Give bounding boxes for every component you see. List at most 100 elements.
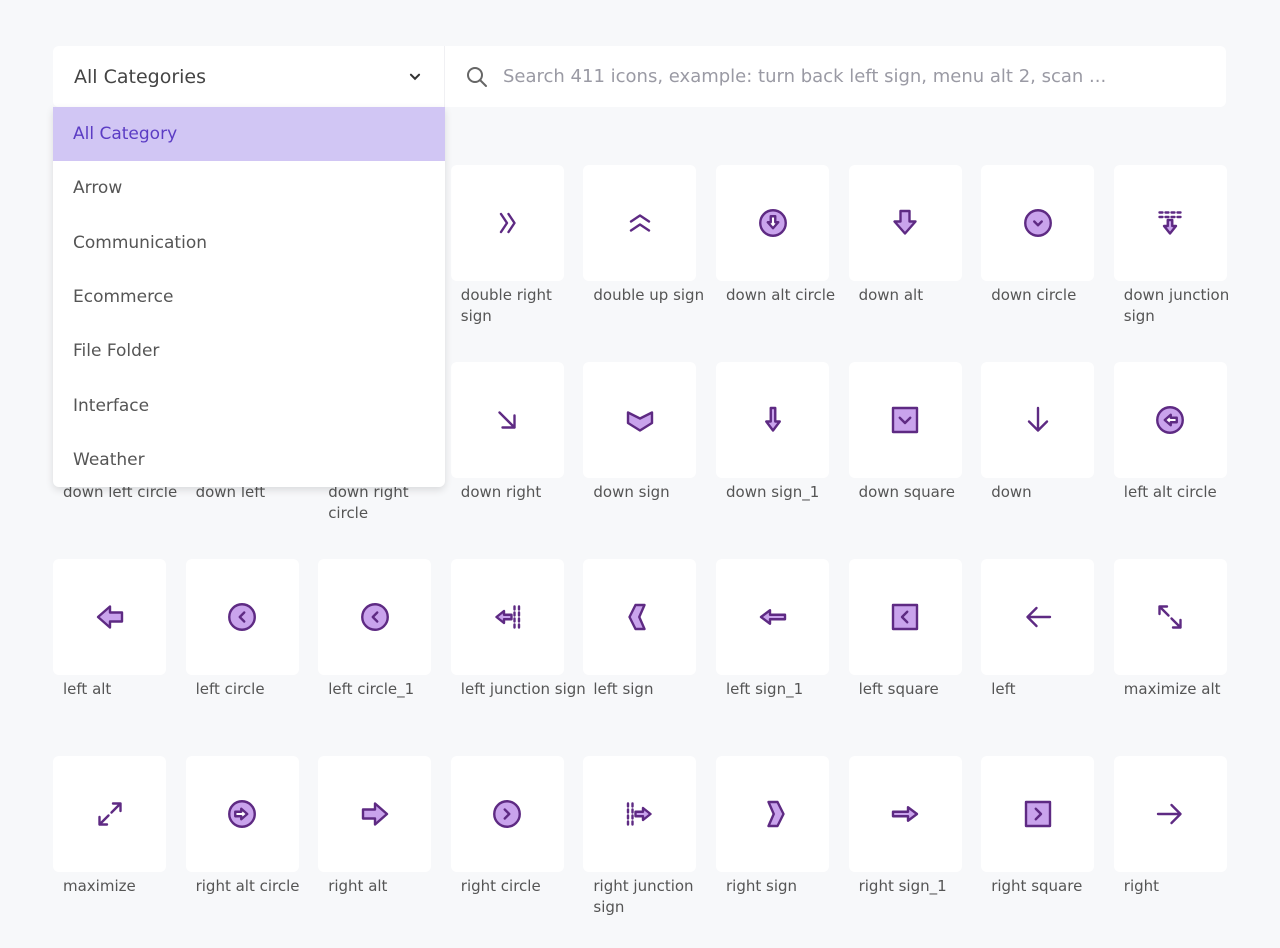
search-input[interactable] bbox=[503, 66, 1183, 87]
category-select[interactable]: All Categories bbox=[53, 46, 445, 107]
icon-label: right alt bbox=[328, 877, 388, 895]
icon-card[interactable] bbox=[716, 756, 829, 872]
left-sign-icon bbox=[628, 603, 646, 631]
down-right-icon bbox=[498, 411, 516, 429]
icon-card[interactable] bbox=[848, 362, 962, 478]
icon-label: down alt circle bbox=[726, 286, 836, 304]
icon-card[interactable] bbox=[450, 559, 564, 675]
icon-card[interactable] bbox=[848, 559, 962, 675]
maximize-alt-icon bbox=[1158, 605, 1182, 629]
icon-label: left bbox=[991, 680, 1016, 698]
right-icon bbox=[1157, 803, 1182, 825]
double-up-icon bbox=[629, 214, 651, 232]
right-sign-1-icon bbox=[891, 806, 919, 822]
left-alt-circle-icon bbox=[1156, 406, 1185, 434]
left-icon bbox=[1025, 606, 1051, 628]
icon-label: down junction sign bbox=[1123, 286, 1230, 325]
down-sign-icon bbox=[626, 411, 654, 432]
dropdown-option-file-folder[interactable]: File Folder bbox=[53, 324, 445, 378]
icon-card[interactable] bbox=[185, 559, 299, 675]
icon-card[interactable] bbox=[1113, 165, 1227, 281]
maximize-icon bbox=[97, 802, 122, 826]
icon-card[interactable] bbox=[583, 756, 697, 872]
icon-card[interactable] bbox=[450, 756, 564, 872]
icon-card[interactable] bbox=[583, 165, 697, 281]
icon-label: left alt bbox=[63, 680, 112, 698]
icon-card[interactable] bbox=[716, 362, 829, 478]
left-circle-icon bbox=[228, 603, 257, 631]
icon-label: down right bbox=[460, 483, 542, 501]
icon-label: down right circle bbox=[328, 483, 409, 522]
dropdown-option-weather[interactable]: Weather bbox=[53, 433, 445, 487]
icon-card[interactable] bbox=[1113, 559, 1227, 675]
icon-card[interactable] bbox=[716, 559, 829, 675]
icon-card[interactable] bbox=[981, 362, 1095, 478]
icon-label: right alt circle bbox=[195, 877, 300, 895]
icon-label: right square bbox=[991, 877, 1083, 895]
icon-card[interactable] bbox=[1113, 756, 1227, 872]
icon-card[interactable] bbox=[981, 559, 1095, 675]
right-alt-icon bbox=[361, 802, 388, 826]
chevron-down-icon bbox=[409, 73, 421, 80]
icon-label: down sign_1 bbox=[726, 483, 820, 501]
dropdown-option-all-category[interactable]: All Category bbox=[53, 107, 445, 162]
dropdown-option-interface[interactable]: Interface bbox=[53, 378, 445, 432]
icon-card[interactable] bbox=[318, 559, 432, 675]
icon-label: down square bbox=[858, 483, 955, 501]
icon-card[interactable] bbox=[318, 756, 432, 872]
down-alt-circle-icon bbox=[758, 209, 787, 237]
icon-card[interactable] bbox=[53, 559, 166, 675]
icon-label: double right sign bbox=[460, 286, 552, 325]
icon-card[interactable] bbox=[450, 165, 564, 281]
left-junction-icon bbox=[495, 605, 521, 629]
dropdown-option-ecommerce[interactable]: Ecommerce bbox=[53, 270, 445, 324]
icon-card[interactable] bbox=[981, 165, 1095, 281]
icon-card[interactable] bbox=[1113, 362, 1227, 478]
icon-label: double up sign bbox=[593, 286, 705, 304]
down-circle-icon bbox=[1023, 209, 1052, 237]
icon-label: left circle_1 bbox=[328, 680, 415, 698]
category-select-value: All Categories bbox=[74, 65, 207, 88]
down-square-icon bbox=[891, 406, 919, 434]
dropdown-option-arrow[interactable]: Arrow bbox=[53, 161, 445, 215]
search-icon bbox=[467, 66, 487, 87]
icon-card[interactable] bbox=[981, 756, 1095, 872]
double-right-icon bbox=[500, 212, 516, 234]
right-circle-icon bbox=[493, 800, 522, 828]
icon-label: right junction sign bbox=[593, 877, 694, 916]
right-square-icon bbox=[1024, 800, 1051, 828]
icon-label: maximize bbox=[63, 877, 136, 895]
icon-label: right circle bbox=[460, 877, 541, 895]
icon-card[interactable] bbox=[848, 756, 962, 872]
left-square-icon bbox=[891, 603, 919, 631]
icon-card[interactable] bbox=[583, 362, 697, 478]
icon-label: left circle bbox=[195, 680, 265, 698]
icon-label: down circle bbox=[991, 286, 1077, 304]
icon-card[interactable] bbox=[185, 756, 299, 872]
toolbar: All Categories bbox=[53, 46, 1226, 107]
icon-card[interactable] bbox=[583, 559, 697, 675]
icon-label: down alt bbox=[858, 286, 924, 304]
icon-label: left alt circle bbox=[1123, 483, 1217, 501]
icon-label: maximize alt bbox=[1123, 680, 1221, 698]
icon-label: left square bbox=[858, 680, 939, 698]
icon-label: left sign bbox=[593, 680, 654, 698]
icon-label: down bbox=[991, 483, 1032, 501]
down-sign-1-icon bbox=[764, 406, 781, 432]
icon-label: right sign bbox=[726, 877, 798, 895]
icon-label: right sign_1 bbox=[858, 877, 947, 895]
category-dropdown: All Category Arrow Communication Ecommerce F… bbox=[53, 107, 445, 487]
dropdown-option-communication[interactable]: Communication bbox=[53, 216, 445, 270]
search-bar bbox=[445, 46, 1226, 107]
icon-label: down sign bbox=[593, 483, 670, 501]
down-junction-icon bbox=[1158, 211, 1182, 235]
right-sign-icon bbox=[766, 800, 785, 828]
icon-card[interactable] bbox=[716, 165, 829, 281]
icon-label: left sign_1 bbox=[726, 680, 804, 698]
down-alt-icon bbox=[893, 209, 917, 235]
down-icon bbox=[1027, 406, 1048, 432]
icon-card[interactable] bbox=[53, 756, 166, 872]
icon-card[interactable] bbox=[450, 362, 564, 478]
right-junction-icon bbox=[626, 802, 652, 826]
icon-card[interactable] bbox=[848, 165, 962, 281]
